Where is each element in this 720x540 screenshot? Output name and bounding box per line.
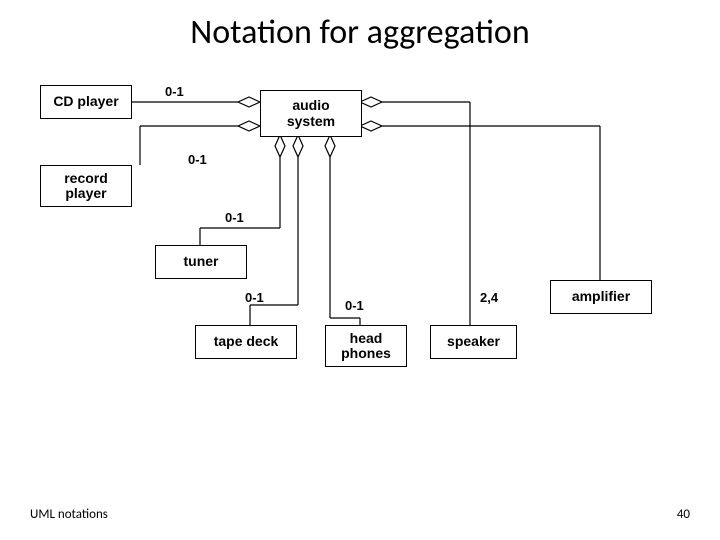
aggregation-diamond-amplifier: [360, 121, 382, 131]
class-amplifier: amplifier: [550, 280, 652, 314]
uml-diagram: CD player record player audio system tun…: [30, 80, 690, 450]
aggregation-diamond-cd: [238, 97, 260, 107]
class-tape-deck: tape deck: [195, 325, 297, 359]
mult-record: 0-1: [188, 152, 207, 167]
mult-tape: 0-1: [245, 290, 264, 305]
mult-cd: 0-1: [165, 84, 184, 99]
mult-tuner: 0-1: [225, 210, 244, 225]
class-tuner: tuner: [155, 245, 247, 279]
aggregation-diamond-record: [238, 121, 260, 131]
class-record-player: record player: [40, 165, 132, 207]
aggregation-diamond-head: [325, 135, 335, 157]
mult-speaker: 2,4: [480, 290, 498, 305]
class-audio-system: audio system: [260, 90, 362, 137]
class-head-phones: head phones: [325, 325, 407, 367]
class-cd-player: CD player: [40, 85, 132, 119]
aggregation-diamond-tuner: [275, 135, 285, 157]
aggregation-diamond-tape: [293, 135, 303, 157]
class-speaker: speaker: [430, 325, 517, 359]
footer-topic: UML notations: [30, 507, 108, 522]
aggregation-diamond-speaker: [360, 97, 382, 107]
mult-head: 0-1: [345, 298, 364, 313]
slide-title: Notation for aggregation: [0, 12, 720, 53]
slide-number: 40: [677, 507, 690, 522]
